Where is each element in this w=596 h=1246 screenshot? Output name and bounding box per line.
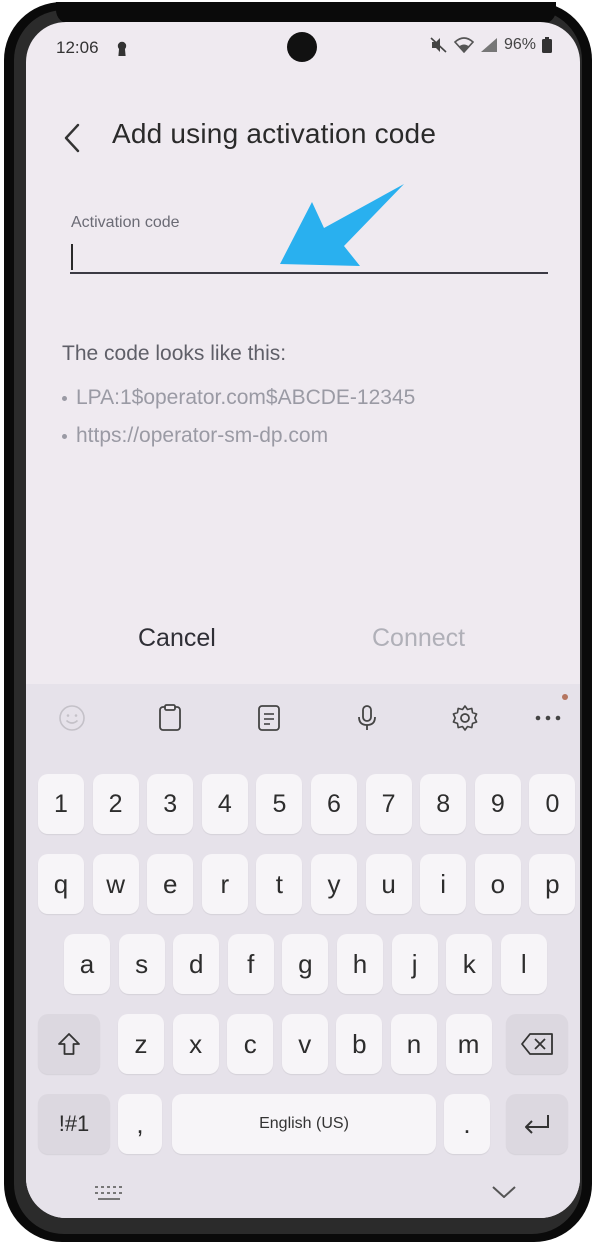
key-7[interactable]: 7 <box>365 774 412 834</box>
comma-key[interactable]: , <box>118 1094 162 1154</box>
status-icons: 96% <box>430 36 552 54</box>
bullet <box>62 433 67 439</box>
key-c[interactable]: c <box>227 1014 274 1074</box>
pointer-arrow-icon <box>280 184 404 266</box>
hint-example-text: LPA:1$operator.com$ABCDE-12345 <box>76 386 416 409</box>
microphone-icon[interactable] <box>351 702 383 734</box>
mute-icon <box>430 37 447 53</box>
key-b[interactable]: b <box>336 1014 383 1074</box>
hint-example: LPA:1$operator.com$ABCDE-12345 <box>62 386 415 410</box>
key-e[interactable]: e <box>147 854 194 914</box>
more-icon[interactable] <box>532 702 564 734</box>
notification-dot <box>562 694 568 700</box>
screen: 12:06 96% Add using activation code Acti… <box>26 22 580 1218</box>
keyboard: 1234567890 qwertyuiop asdfghjkl zxcvbnm … <box>26 684 580 1218</box>
key-6[interactable]: 6 <box>311 774 357 834</box>
wifi-icon <box>453 37 474 53</box>
front-camera <box>287 32 317 62</box>
key-0[interactable]: 0 <box>529 774 576 834</box>
keyboard-toolbar <box>26 684 580 752</box>
key-g[interactable]: g <box>282 934 329 994</box>
keyboard-switch-icon[interactable] <box>94 1184 124 1202</box>
shift-key[interactable] <box>38 1014 100 1074</box>
key-j[interactable]: j <box>391 934 438 994</box>
keyhole-icon <box>117 41 127 56</box>
battery-percent: 96% <box>503 36 536 53</box>
page-title: Add using activation code <box>112 118 437 149</box>
key-z[interactable]: z <box>118 1014 164 1074</box>
cancel-button[interactable]: Cancel <box>138 624 216 653</box>
key-l[interactable]: l <box>500 934 547 994</box>
key-n[interactable]: n <box>391 1014 437 1074</box>
connect-button[interactable]: Connect <box>372 624 465 653</box>
notes-icon[interactable] <box>253 702 285 734</box>
key-m[interactable]: m <box>445 1014 492 1074</box>
space-key[interactable]: English (US) <box>172 1094 436 1154</box>
phone-frame: 12:06 96% Add using activation code Acti… <box>4 2 592 1242</box>
key-f[interactable]: f <box>227 934 274 994</box>
key-i[interactable]: i <box>420 854 467 914</box>
key-s[interactable]: s <box>118 934 165 994</box>
key-p[interactable]: p <box>529 854 576 914</box>
bullet <box>62 395 67 401</box>
symbols-key[interactable]: !#1 <box>38 1094 110 1154</box>
hide-keyboard-chevron-icon[interactable] <box>490 1182 518 1202</box>
key-v[interactable]: v <box>281 1014 328 1074</box>
back-arrow-icon[interactable] <box>60 122 84 154</box>
status-bar: 12:06 96% <box>26 22 580 76</box>
backspace-key[interactable] <box>506 1014 568 1074</box>
battery-icon <box>542 37 552 53</box>
key-w[interactable]: w <box>92 854 139 914</box>
navigation-bar <box>26 1172 580 1218</box>
phone-top-edge <box>56 2 556 24</box>
key-5[interactable]: 5 <box>256 774 303 834</box>
key-u[interactable]: u <box>365 854 412 914</box>
key-3[interactable]: 3 <box>147 774 194 834</box>
key-r[interactable]: r <box>201 854 248 914</box>
enter-key[interactable] <box>506 1094 568 1154</box>
key-x[interactable]: x <box>172 1014 219 1074</box>
key-k[interactable]: k <box>446 934 493 994</box>
period-key[interactable]: . <box>444 1094 490 1154</box>
clipboard-icon[interactable] <box>154 702 186 734</box>
key-4[interactable]: 4 <box>201 774 248 834</box>
signal-icon <box>480 38 497 52</box>
key-t[interactable]: t <box>256 854 303 914</box>
key-h[interactable]: h <box>337 934 383 994</box>
key-y[interactable]: y <box>311 854 357 914</box>
key-1[interactable]: 1 <box>38 774 84 834</box>
key-9[interactable]: 9 <box>474 774 521 834</box>
status-time: 12:06 <box>56 38 99 57</box>
key-d[interactable]: d <box>173 934 220 994</box>
text-cursor <box>71 244 73 270</box>
hint-title: The code looks like this: <box>62 342 287 365</box>
key-q[interactable]: q <box>38 854 84 914</box>
key-o[interactable]: o <box>474 854 521 914</box>
hint-example: https://operator-sm-dp.com <box>62 424 328 448</box>
activation-code-label: Activation code <box>71 214 180 231</box>
key-a[interactable]: a <box>64 934 110 994</box>
settings-icon[interactable] <box>449 702 481 734</box>
key-2[interactable]: 2 <box>92 774 139 834</box>
key-8[interactable]: 8 <box>420 774 467 834</box>
hint-example-text: https://operator-sm-dp.com <box>76 424 329 447</box>
emoji-icon[interactable] <box>56 702 88 734</box>
